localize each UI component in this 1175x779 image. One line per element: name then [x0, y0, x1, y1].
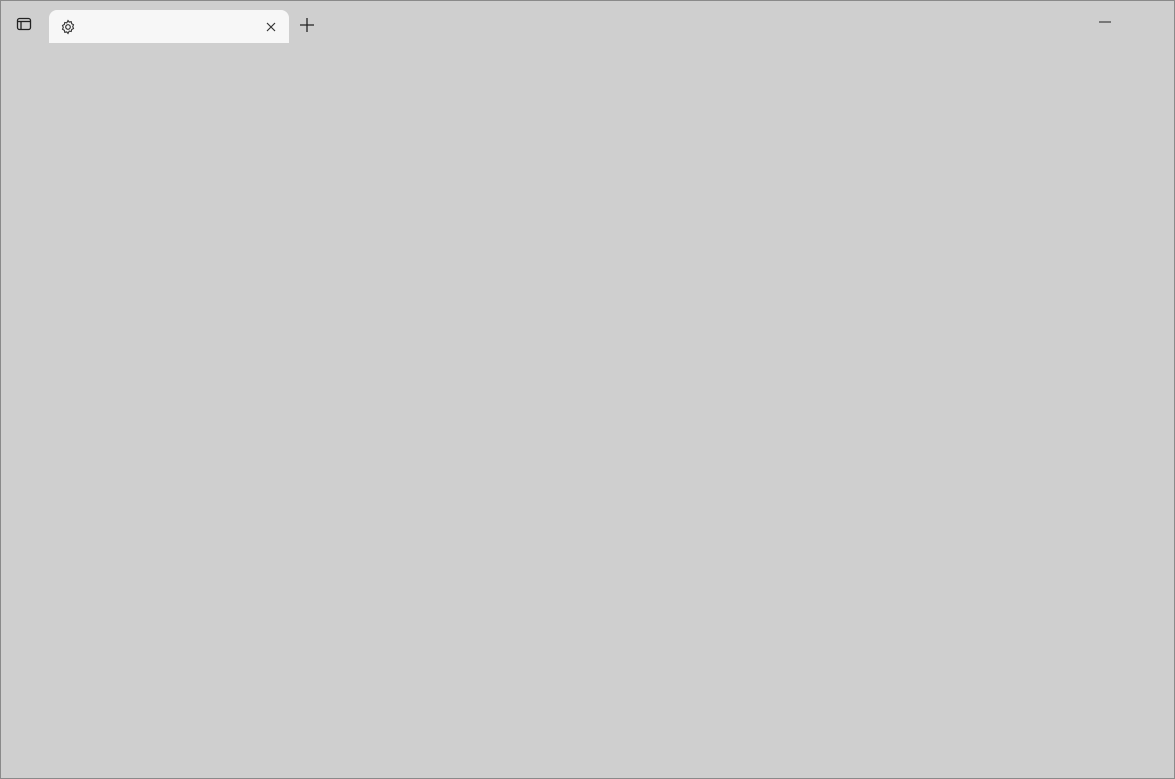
tab-settings[interactable] [49, 10, 289, 43]
close-icon [266, 22, 276, 31]
new-tab-button[interactable] [296, 14, 318, 36]
browser-window [0, 0, 1175, 779]
tab-close-button[interactable] [261, 17, 281, 37]
gear-icon [59, 18, 77, 36]
plus-icon [300, 18, 314, 32]
tab-actions-icon [16, 17, 32, 31]
tab-bar [1, 1, 1174, 43]
tab-actions-button[interactable] [13, 13, 35, 35]
